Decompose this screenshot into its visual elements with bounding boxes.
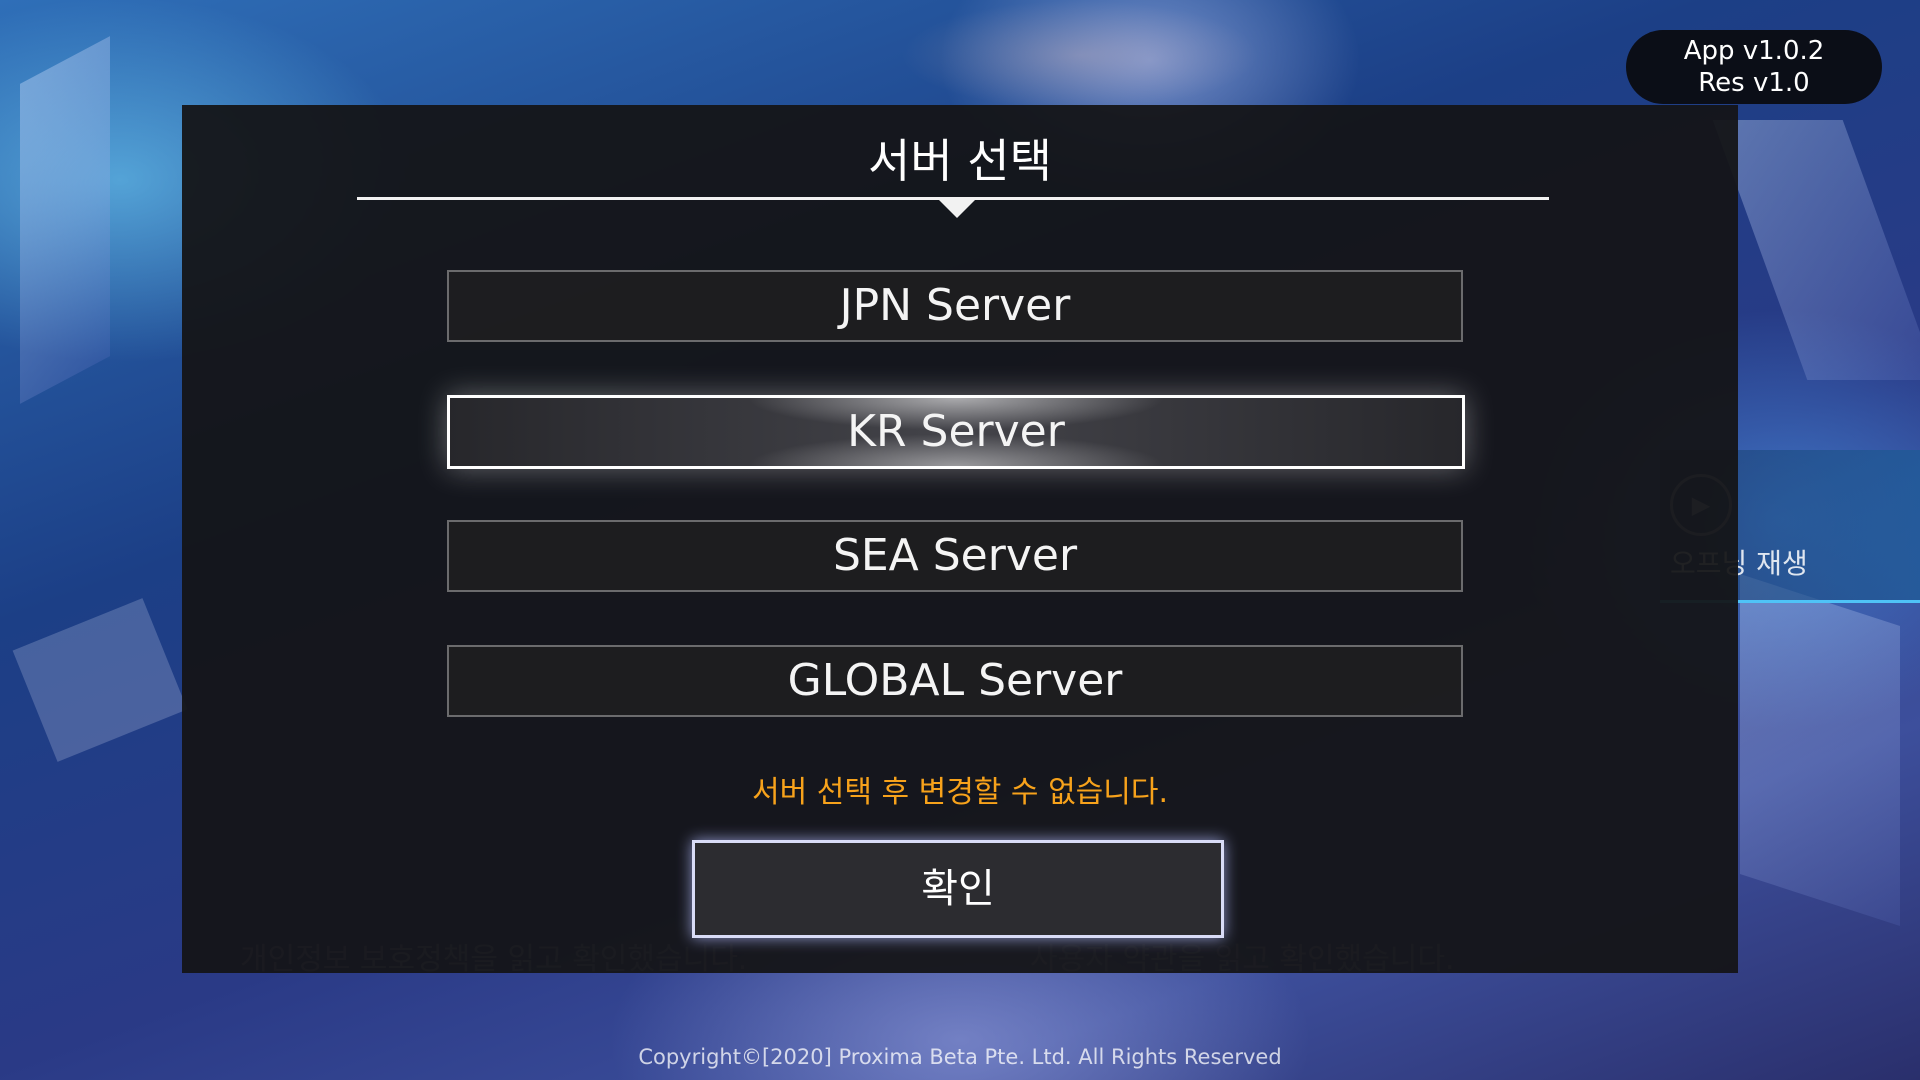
app-version: App v1.0.2 xyxy=(1683,36,1825,66)
crystal-decoration xyxy=(1712,120,1920,380)
res-version: Res v1.0 xyxy=(1698,68,1810,98)
server-option-kr[interactable]: KR Server xyxy=(447,395,1465,469)
crystal-decoration xyxy=(20,36,110,404)
warning-text: 서버 선택 후 변경할 수 없습니다. xyxy=(751,775,1169,810)
server-option-sea[interactable]: SEA Server xyxy=(447,520,1463,592)
crystal-decoration xyxy=(1740,574,1900,926)
server-option-jpn[interactable]: JPN Server xyxy=(447,270,1463,342)
dialog-title: 서버 선택 xyxy=(868,134,1052,188)
character-art xyxy=(900,0,1260,110)
server-select-dialog: 서버 선택 JPN Server KR Server SEA Server GL… xyxy=(182,105,1738,973)
copyright-text: Copyright©[2020] Proxima Beta Pte. Ltd. … xyxy=(638,1045,1282,1069)
caret-down-icon xyxy=(939,200,975,218)
server-option-global[interactable]: GLOBAL Server xyxy=(447,645,1463,717)
version-badge: App v1.0.2 Res v1.0 xyxy=(1626,30,1882,104)
game-background: App v1.0.2 Res v1.0 ▶ 오프닝 재생 개인정보 보호정책을 … xyxy=(0,0,1920,1080)
cloud-decoration xyxy=(12,598,188,762)
confirm-button[interactable]: 확인 xyxy=(692,840,1224,938)
